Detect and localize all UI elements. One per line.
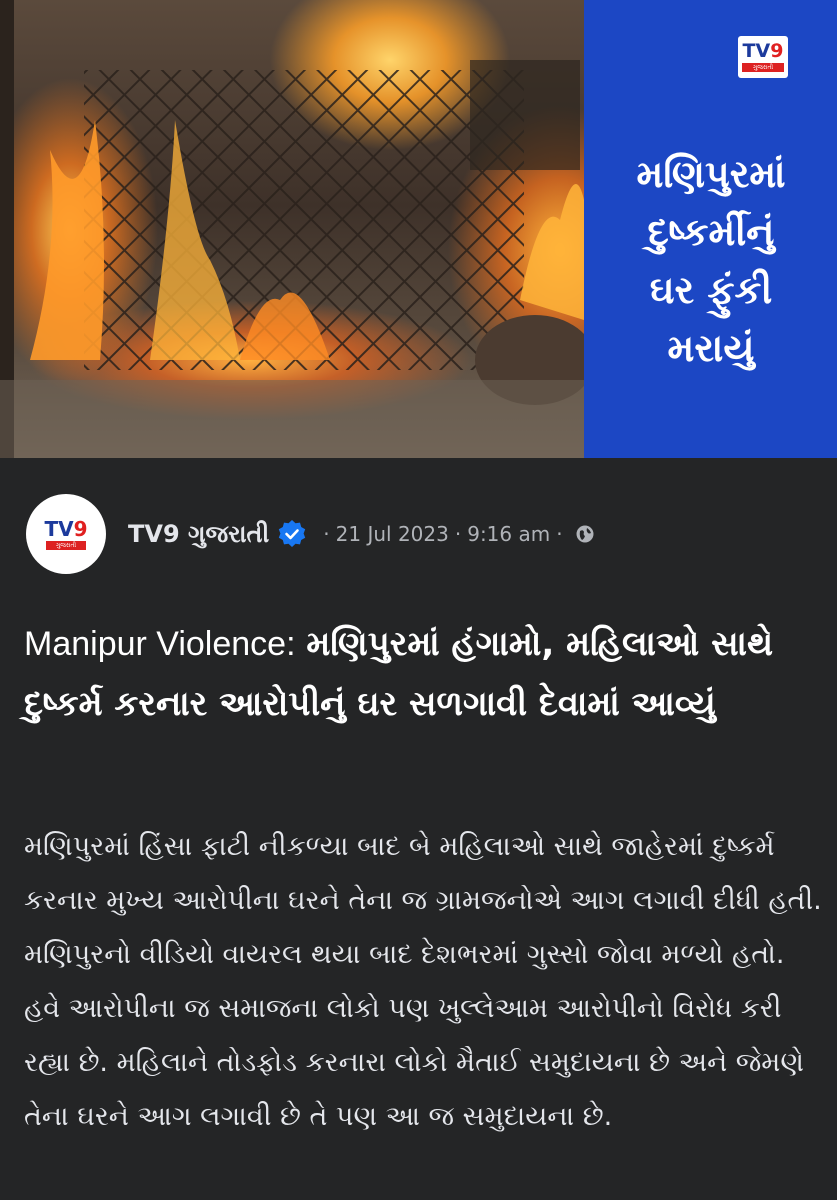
page-name-link[interactable]: TV9 ગુજરાતી <box>128 520 269 548</box>
post-title-english: Manipur Violence: <box>24 625 296 663</box>
tv9-avatar-logo: TV9 ગુજરાતી <box>41 513 91 555</box>
tv9-logo: TV9 ગુજરાતી <box>738 36 788 78</box>
post-time-link[interactable]: 9:16 am <box>467 522 550 546</box>
meta-separator: · <box>556 522 563 546</box>
post-header: TV9 ગુજરાતી TV9 ગુજરાતી · 21 Jul 2023 · … <box>26 488 816 580</box>
verified-badge-icon <box>279 520 306 547</box>
tv9-avatar-mark: TV9 <box>44 516 88 541</box>
image-headline: મણિપુરમાં દુષ્કર્મીનું ઘર ફુંકી મરાયું <box>636 152 786 370</box>
meta-separator: · <box>454 522 462 546</box>
burning-house-photo <box>0 0 584 458</box>
post-title: Manipur Violence: મણિપુરમાં હંગામો, મહિલ… <box>24 614 814 734</box>
post-body-text: મણિપુરમાં હિંસા ફાટી નીકળ્યા બાદ બે મહિલ… <box>24 831 822 1132</box>
meta-separator: · <box>323 522 330 546</box>
lattice-wall-graphic <box>0 0 584 458</box>
tv9-avatar-sub: ગુજરાતી <box>46 540 86 550</box>
post-image[interactable]: TV9 ગુજરાતી મણિપુરમાં દુષ્કર્મીનું ઘર ફુ… <box>0 0 837 458</box>
avatar[interactable]: TV9 ગુજરાતી <box>26 494 106 574</box>
tv9-logo-sub: ગુજરાતી <box>742 63 784 72</box>
post-date-link[interactable]: 21 Jul 2023 <box>336 522 449 546</box>
post-meta: · 21 Jul 2023 · 9:16 am · <box>317 522 594 546</box>
tv9-logo-mark: TV9 <box>742 40 784 62</box>
globe-icon[interactable] <box>575 524 595 544</box>
